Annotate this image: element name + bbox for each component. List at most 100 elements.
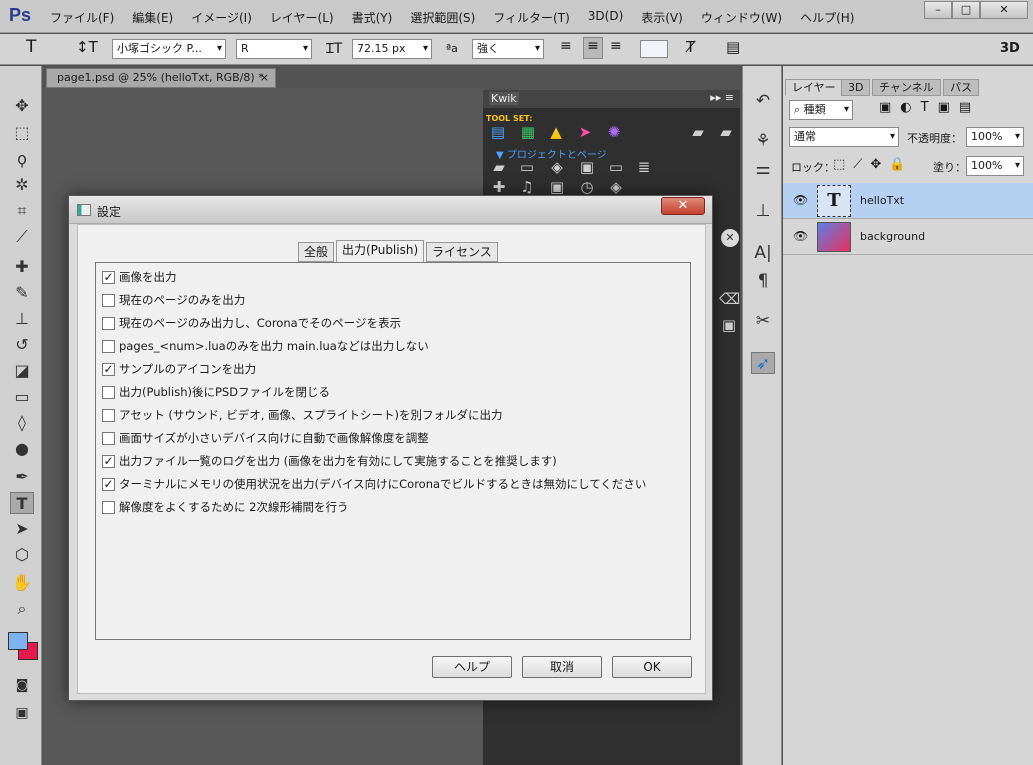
maximize-button[interactable]: □ xyxy=(952,1,980,19)
kwik-slides-icon[interactable]: ▣ xyxy=(577,158,597,176)
brush-presets-icon[interactable]: ⚘ xyxy=(751,130,775,152)
brush-tool-icon[interactable]: ✎ xyxy=(10,282,34,304)
menu-help[interactable]: ヘルプ(H) xyxy=(800,9,854,26)
kwik-diamond-icon[interactable]: ◈ xyxy=(547,158,567,176)
kwik-add-icon[interactable]: ✚ xyxy=(489,178,509,196)
kwik-close-icon[interactable]: ✕ xyxy=(721,229,739,247)
align-left-icon[interactable]: ≡ xyxy=(560,38,572,54)
screen-mode-icon[interactable]: ▣ xyxy=(10,702,34,724)
layer-row-hellotxt[interactable]: 👁 T helloTxt xyxy=(783,183,1033,219)
gradient-tool-icon[interactable]: ▭ xyxy=(10,386,34,408)
option-checkbox[interactable] xyxy=(102,500,115,514)
menu-edit[interactable]: 編集(E) xyxy=(132,9,173,26)
tab-general[interactable]: 全般 xyxy=(298,242,335,262)
kwik-duplicate-icon[interactable]: ▣ xyxy=(719,316,739,334)
align-right-icon[interactable]: ≡ xyxy=(610,38,622,54)
option-row[interactable]: 画面サイズが小さいデバイス向けに自動で画像解像度を調整 xyxy=(102,428,429,448)
option-checkbox[interactable]: ✓ xyxy=(102,270,115,284)
option-checkbox[interactable]: ✓ xyxy=(102,454,115,468)
kwik-plugin-icon[interactable]: ➶ xyxy=(751,352,775,374)
lasso-tool-icon[interactable]: ϙ xyxy=(10,148,34,170)
tab-3d[interactable]: 3D xyxy=(841,79,871,96)
character-icon[interactable]: A| xyxy=(751,242,775,264)
fill-input[interactable]: 100% xyxy=(966,156,1024,176)
panel-menu-icon[interactable]: ▸▸ ≡ xyxy=(710,91,734,104)
lock-icons[interactable]: ⬚⟋✥🔒 xyxy=(833,157,913,172)
history-brush-tool-icon[interactable]: ↺ xyxy=(10,334,34,356)
magic-wand-tool-icon[interactable]: ✲ xyxy=(10,174,34,196)
menu-file[interactable]: ファイル(F) xyxy=(50,9,114,26)
option-row[interactable]: pages_<num>.luaのみを出力 main.luaなどは出力しない xyxy=(102,336,429,356)
kwik-media-icon[interactable]: ▣ xyxy=(547,178,567,196)
kwik-terminal-icon[interactable]: ▭ xyxy=(606,158,626,176)
font-style-select[interactable]: R xyxy=(236,39,312,59)
move-tool-icon[interactable]: ✥ xyxy=(10,95,34,117)
blend-mode-select[interactable]: 通常 xyxy=(789,127,899,147)
menu-layer[interactable]: レイヤー(L) xyxy=(270,9,334,26)
path-selection-tool-icon[interactable]: ➤ xyxy=(10,518,34,540)
text-color-swatch[interactable] xyxy=(640,40,668,58)
shape-tool-icon[interactable]: ⬡ xyxy=(10,544,34,566)
kwik-layers-icon[interactable]: ◈ xyxy=(606,178,626,196)
option-row[interactable]: ✓ 画像を出力 xyxy=(102,267,177,287)
dodge-tool-icon[interactable]: ● xyxy=(10,438,34,460)
layer-row-background[interactable]: 👁 background xyxy=(783,219,1033,255)
menu-filter[interactable]: フィルター(T) xyxy=(493,9,569,26)
3d-mode-label[interactable]: 3D xyxy=(1000,41,1020,56)
eyedropper-tool-icon[interactable]: ⟋ xyxy=(10,226,34,248)
kwik-cursor-icon[interactable]: ➤ xyxy=(575,123,595,141)
menu-type[interactable]: 書式(Y) xyxy=(352,9,393,26)
align-center-icon[interactable]: ≡ xyxy=(583,37,603,59)
option-checkbox[interactable] xyxy=(102,339,115,353)
kwik-folder-icon[interactable]: ▰ xyxy=(489,158,509,176)
option-row[interactable]: 解像度をよくするために 2次線形補間を行う xyxy=(102,497,348,517)
zoom-tool-icon[interactable]: ⌕ xyxy=(10,598,34,620)
option-row[interactable]: 現在のページのみを出力 xyxy=(102,290,245,310)
kwik-grid-icon[interactable]: ▦ xyxy=(518,123,538,141)
kwik-new-folder-icon[interactable]: ▰ xyxy=(688,123,708,141)
font-family-select[interactable]: 小塚ゴシック P... xyxy=(112,39,226,59)
stamp-tool-icon[interactable]: ⊥ xyxy=(10,308,34,330)
close-document-icon[interactable]: × xyxy=(260,69,269,87)
marquee-tool-icon[interactable]: ⬚ xyxy=(10,122,34,144)
paragraph-icon[interactable]: ¶ xyxy=(751,270,775,292)
history-icon[interactable]: ↶ xyxy=(751,90,775,112)
minimize-button[interactable]: – xyxy=(924,1,952,19)
quick-mask-icon[interactable]: ◙ xyxy=(10,675,34,697)
character-panel-icon[interactable]: ▤ xyxy=(726,38,740,56)
menu-3d[interactable]: 3D(D) xyxy=(588,9,623,26)
eraser-tool-icon[interactable]: ◪ xyxy=(10,360,34,382)
tool-presets-icon[interactable]: ✂ xyxy=(751,310,775,332)
option-row[interactable]: アセット (サウンド, ビデオ, 画像、スプライトシート)を別フォルダに出力 xyxy=(102,405,503,425)
option-checkbox[interactable] xyxy=(102,431,115,445)
menu-view[interactable]: 表示(V) xyxy=(641,9,683,26)
tab-publish[interactable]: 出力(Publish) xyxy=(336,240,425,263)
option-checkbox[interactable] xyxy=(102,293,115,307)
kwik-timer-icon[interactable]: ◷ xyxy=(577,178,597,196)
type-tool-icon[interactable]: T xyxy=(10,492,34,514)
tab-layers[interactable]: レイヤー xyxy=(785,79,843,96)
adjustments-icon[interactable]: ⚌ xyxy=(751,158,775,180)
blur-tool-icon[interactable]: ◊ xyxy=(10,412,34,434)
ok-button[interactable]: OK xyxy=(612,656,692,678)
menu-select[interactable]: 選択範囲(S) xyxy=(410,9,475,26)
option-checkbox[interactable] xyxy=(102,408,115,422)
warp-text-icon[interactable]: Ⱦ xyxy=(686,38,695,56)
menu-window[interactable]: ウィンドウ(W) xyxy=(701,9,782,26)
type-tool-preset-icon[interactable]: T xyxy=(26,37,36,57)
option-checkbox[interactable] xyxy=(102,385,115,399)
option-row[interactable]: 出力(Publish)後にPSDファイルを閉じる xyxy=(102,382,330,402)
kwik-open-folder-icon[interactable]: ▰ xyxy=(716,123,736,141)
kwik-music-icon[interactable]: ♫ xyxy=(517,178,537,196)
kwik-book-icon[interactable]: ▤ xyxy=(488,123,508,141)
option-row[interactable]: ✓ サンプルのアイコンを出力 xyxy=(102,359,256,379)
kwik-stack-icon[interactable]: ≣ xyxy=(634,158,654,176)
dialog-close-button[interactable]: ✕ xyxy=(661,197,705,215)
layer-filter-select[interactable]: ⌕ 種類 xyxy=(789,100,853,120)
kwik-atom-icon[interactable]: ✺ xyxy=(604,123,624,141)
text-orientation-icon[interactable]: ↕T xyxy=(76,38,98,56)
option-row[interactable]: ✓ 出力ファイル一覧のログを出力 (画像を出力を有効にして実施することを推奨します… xyxy=(102,451,557,471)
option-row[interactable]: ✓ ターミナルにメモリの使用状況を出力(デバイス向けにCoronaでビルドするとき… xyxy=(102,474,646,494)
visibility-eye-icon[interactable]: 👁 xyxy=(793,193,808,207)
kwik-page-icon[interactable]: ▭ xyxy=(517,158,537,176)
